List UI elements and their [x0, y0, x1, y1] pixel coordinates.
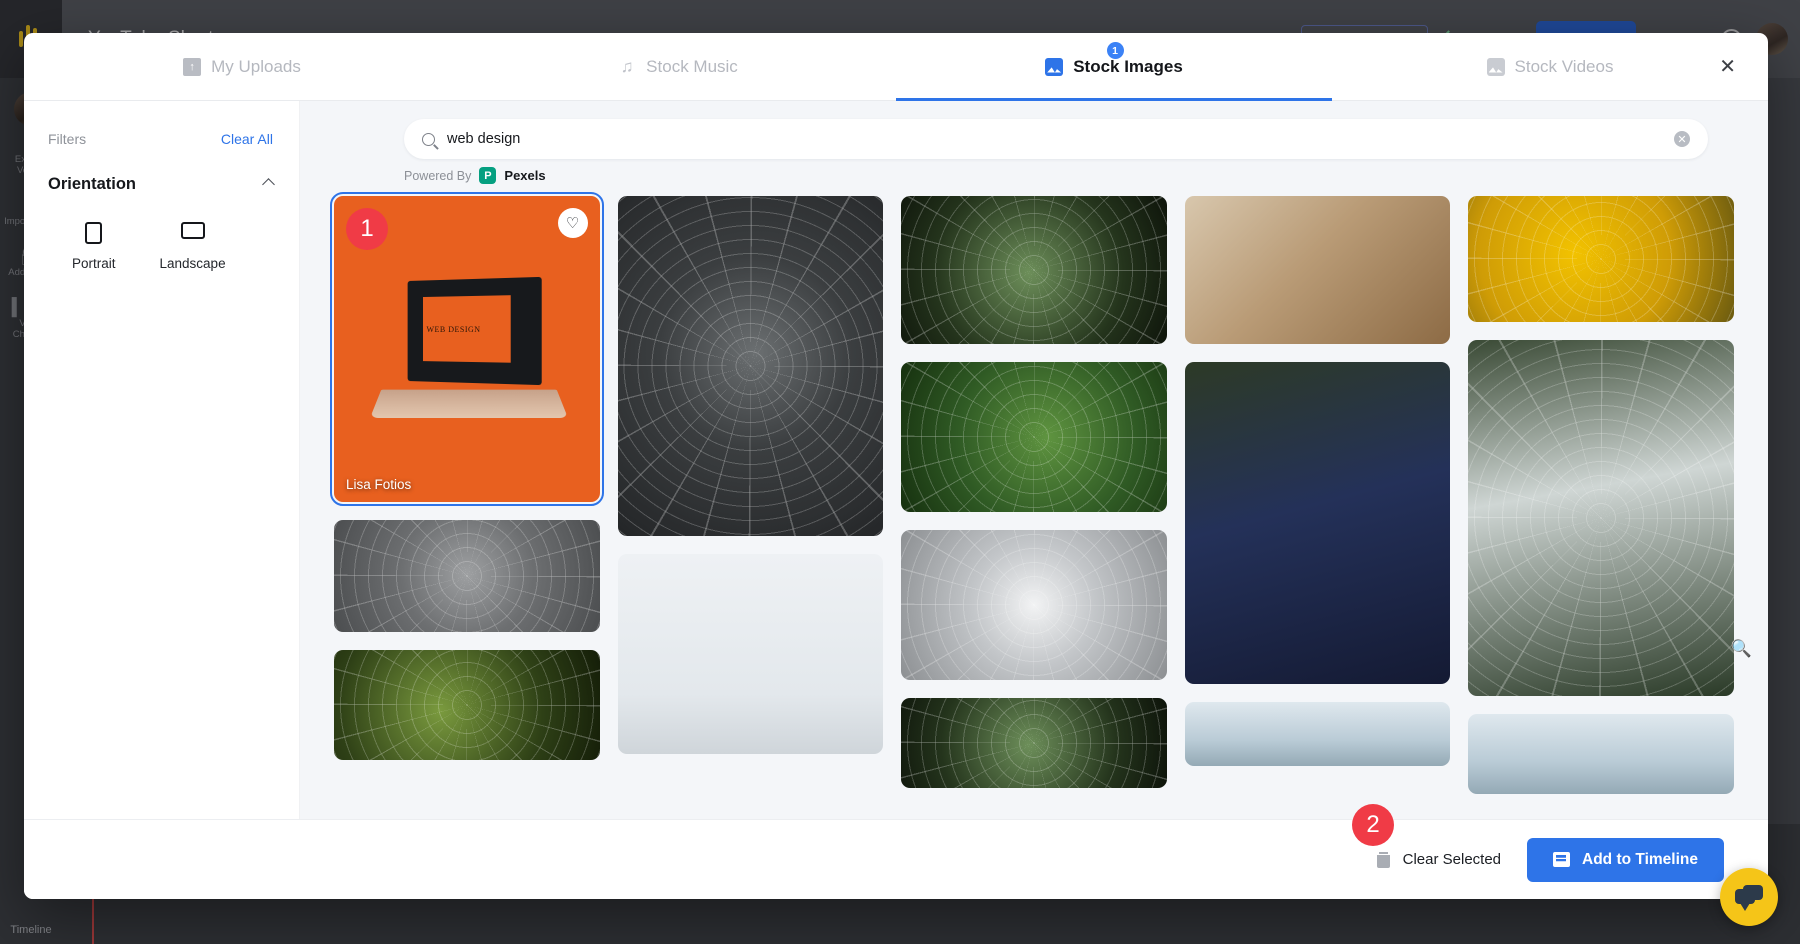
photo-card[interactable] — [901, 196, 1167, 344]
portrait-shape-icon — [85, 222, 103, 244]
filters-title: Filters — [48, 131, 87, 147]
spider-web-texture — [617, 196, 884, 536]
video-icon — [1486, 57, 1505, 76]
spider-web-texture — [901, 698, 1167, 788]
results-column-4 — [1468, 196, 1734, 794]
filters-panel: Filters Clear All Orientation Portrait L… — [24, 101, 300, 819]
search-box[interactable]: ✕ — [404, 119, 1708, 159]
tab-label-stock-images: Stock Images — [1073, 56, 1183, 76]
clear-selected-label: Clear Selected — [1402, 851, 1502, 868]
spider-web-texture — [334, 650, 600, 760]
photo-card[interactable] — [901, 362, 1167, 512]
photo-card[interactable]: WEB DESIGN 1 ♡ Lisa Fotios — [330, 192, 604, 506]
results-column-3 — [1184, 196, 1451, 766]
photo-card[interactable] — [617, 554, 884, 754]
spider-web-texture — [901, 196, 1167, 344]
tab-my-uploads[interactable]: My Uploads — [24, 33, 460, 100]
clear-search-icon[interactable]: ✕ — [1674, 131, 1690, 147]
chat-bubble-icon — [1735, 885, 1763, 911]
filter-group-orientation: Orientation Portrait Landscape — [48, 175, 275, 271]
orientation-options: Portrait Landscape — [48, 222, 273, 271]
modal-footer: Clear Selected Add to Timeline 2 — [24, 804, 1768, 899]
orientation-group-header[interactable]: Orientation — [48, 175, 275, 194]
add-to-timeline-button[interactable]: Add to Timeline — [1527, 837, 1724, 882]
tab-label-stock-videos: Stock Videos — [1514, 56, 1614, 76]
chevron-up-icon[interactable] — [262, 176, 275, 194]
add-to-timeline-label: Add to Timeline — [1582, 850, 1698, 868]
image-icon — [1045, 57, 1064, 76]
heart-icon[interactable]: ♡ — [557, 208, 588, 238]
photo-card[interactable] — [1468, 340, 1734, 696]
landscape-label: Landscape — [159, 256, 226, 271]
trash-icon — [1376, 851, 1390, 868]
tab-stock-images[interactable]: Stock Images 1 — [896, 33, 1332, 101]
powered-by-label: Powered By — [404, 168, 472, 183]
results-column-2 — [901, 196, 1167, 788]
tab-label-my-uploads: My Uploads — [211, 56, 301, 76]
modal-body: Filters Clear All Orientation Portrait L… — [24, 101, 1768, 819]
modal-tab-bar: My Uploads ♫ Stock Music Stock Images 1 … — [24, 33, 1768, 101]
orientation-title: Orientation — [48, 175, 137, 193]
spider-web-texture — [1468, 196, 1734, 322]
zoom-icon[interactable]: 🔍 — [1731, 639, 1752, 659]
search-icon — [422, 132, 435, 146]
photo-card[interactable] — [901, 530, 1167, 680]
clear-selected-button[interactable]: Clear Selected — [1376, 851, 1502, 868]
photo-card[interactable] — [334, 520, 600, 632]
photo-credit: Lisa Fotios — [346, 477, 412, 492]
photo-card[interactable] — [1468, 714, 1734, 794]
media-library-modal: My Uploads ♫ Stock Music Stock Images 1 … — [24, 33, 1768, 899]
photo-card[interactable] — [1184, 702, 1451, 766]
landscape-shape-icon — [180, 222, 205, 239]
photo-card[interactable] — [1184, 362, 1451, 684]
provider-name: Pexels — [504, 168, 546, 183]
photo-card[interactable] — [617, 196, 884, 536]
photo-card[interactable] — [1468, 196, 1734, 322]
upload-icon — [183, 57, 202, 76]
results-column-0: WEB DESIGN 1 ♡ Lisa Fotios — [330, 192, 604, 760]
tab-stock-videos[interactable]: Stock Videos — [1332, 33, 1768, 100]
attribution: Powered By P Pexels — [404, 167, 1708, 184]
results-panel: ✕ Powered By P Pexels WEB DESIGN1♡Lisa F… — [300, 101, 1768, 819]
photo-card[interactable] — [901, 698, 1167, 788]
music-note-icon: ♫ — [620, 56, 634, 76]
results-grid-scroll[interactable]: WEB DESIGN 1 ♡ Lisa Fotios 🔍 — [300, 184, 1768, 819]
timeline-icon — [1553, 852, 1571, 867]
tab-label-stock-music: Stock Music — [646, 56, 738, 76]
orientation-option-portrait[interactable]: Portrait — [72, 222, 116, 271]
pexels-logo-icon: P — [479, 167, 497, 184]
photo-card[interactable] — [1184, 196, 1451, 344]
results-column-1 — [617, 196, 884, 754]
orientation-option-landscape[interactable]: Landscape — [160, 222, 226, 271]
chat-support-button[interactable] — [1720, 868, 1778, 926]
results-masonry: WEB DESIGN 1 ♡ Lisa Fotios — [330, 192, 1734, 794]
filters-header: Filters Clear All — [48, 131, 273, 147]
spider-web-texture — [1468, 340, 1734, 696]
spider-web-texture — [334, 520, 600, 632]
close-icon[interactable]: ✕ — [1711, 33, 1744, 100]
tab-stock-music[interactable]: ♫ Stock Music — [460, 33, 896, 100]
spider-web-texture — [901, 362, 1167, 512]
portrait-label: Portrait — [72, 256, 116, 271]
spider-web-texture — [901, 530, 1167, 680]
search-input[interactable] — [447, 131, 1674, 147]
search-zone: ✕ Powered By P Pexels — [300, 101, 1768, 184]
photo-card[interactable] — [334, 650, 600, 760]
clear-all-filters-button[interactable]: Clear All — [221, 131, 273, 147]
selection-order-badge: 1 — [346, 208, 388, 250]
step-badge-2: 2 — [1352, 804, 1394, 846]
tab-badge-stock-images: 1 — [1106, 42, 1124, 59]
